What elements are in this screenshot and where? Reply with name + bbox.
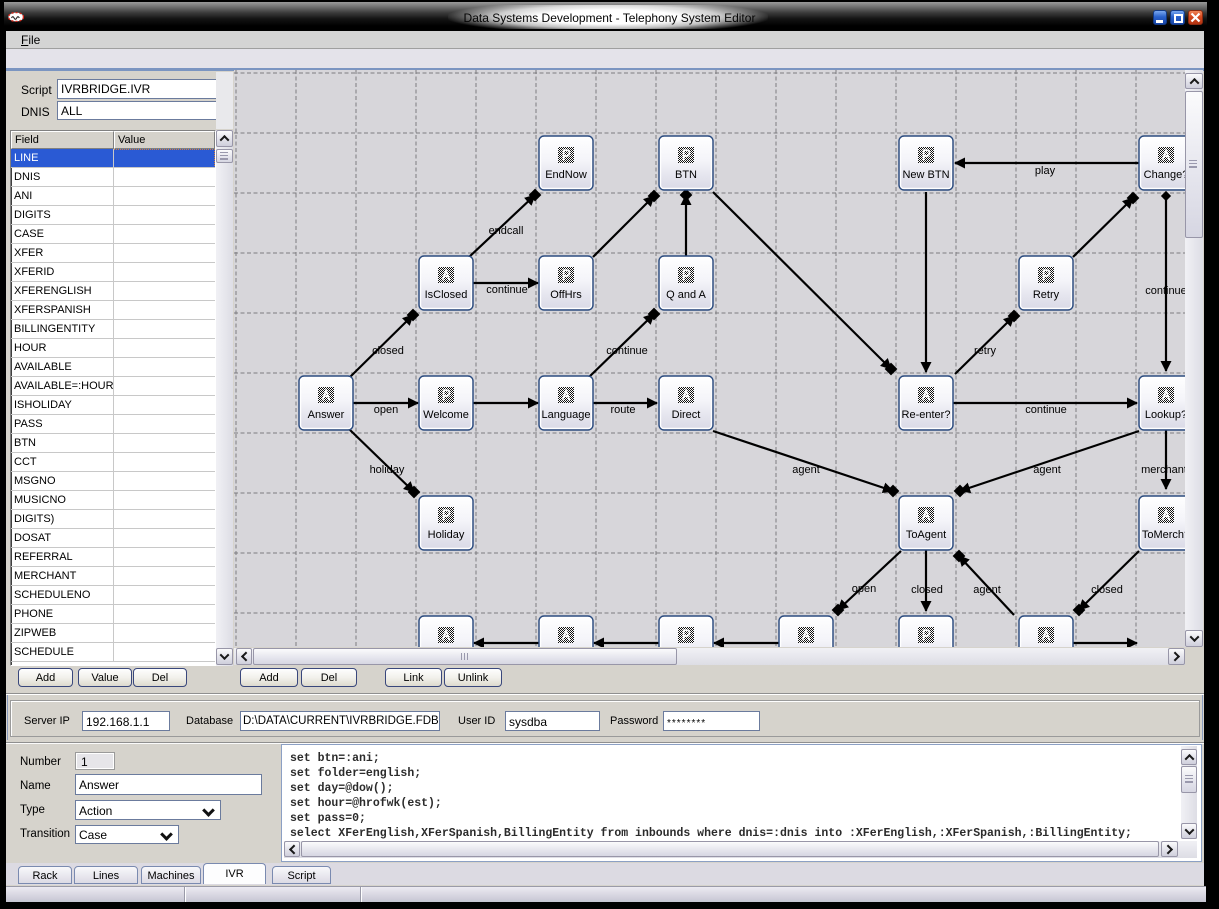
svg-text:ToAgent: ToAgent — [906, 529, 946, 541]
svg-text:BTN: BTN — [675, 169, 697, 181]
svg-text:Welcome: Welcome — [423, 409, 469, 421]
svg-text:continue: continue — [1025, 404, 1067, 416]
svg-text:Retry: Retry — [1033, 289, 1060, 301]
svg-text:EndNow: EndNow — [545, 169, 587, 181]
svg-text:route: route — [610, 404, 635, 416]
svg-text:Q and A: Q and A — [666, 289, 706, 301]
svg-text:agent: agent — [973, 584, 1001, 596]
svg-text:closed: closed — [372, 345, 404, 357]
svg-text:agent: agent — [1033, 464, 1061, 476]
svg-text:Language: Language — [542, 409, 591, 421]
svg-text:holiday: holiday — [370, 464, 405, 476]
svg-text:continue: continue — [606, 345, 648, 357]
svg-text:closed: closed — [1091, 584, 1123, 596]
svg-text:continue: continue — [1145, 285, 1185, 297]
svg-text:ToMerch?: ToMerch? — [1142, 529, 1185, 541]
svg-text:continue: continue — [486, 284, 528, 296]
svg-text:Direct: Direct — [672, 409, 701, 421]
svg-text:Answer: Answer — [308, 409, 345, 421]
svg-text:Change?: Change? — [1144, 169, 1185, 181]
svg-text:merchant: merchant — [1141, 464, 1185, 476]
svg-text:Lookup?: Lookup? — [1145, 409, 1185, 421]
svg-text:retry: retry — [974, 345, 997, 357]
svg-text:IsClosed: IsClosed — [425, 289, 468, 301]
svg-text:New BTN: New BTN — [902, 169, 949, 181]
svg-text:OffHrs: OffHrs — [550, 289, 582, 301]
svg-text:endcall: endcall — [489, 225, 524, 237]
svg-text:Holiday: Holiday — [428, 529, 465, 541]
svg-text:agent: agent — [792, 464, 820, 476]
svg-text:open: open — [852, 583, 876, 595]
svg-text:Re-enter?: Re-enter? — [902, 409, 951, 421]
svg-text:play: play — [1035, 165, 1056, 177]
svg-text:open: open — [374, 404, 398, 416]
svg-text:closed: closed — [911, 584, 943, 596]
